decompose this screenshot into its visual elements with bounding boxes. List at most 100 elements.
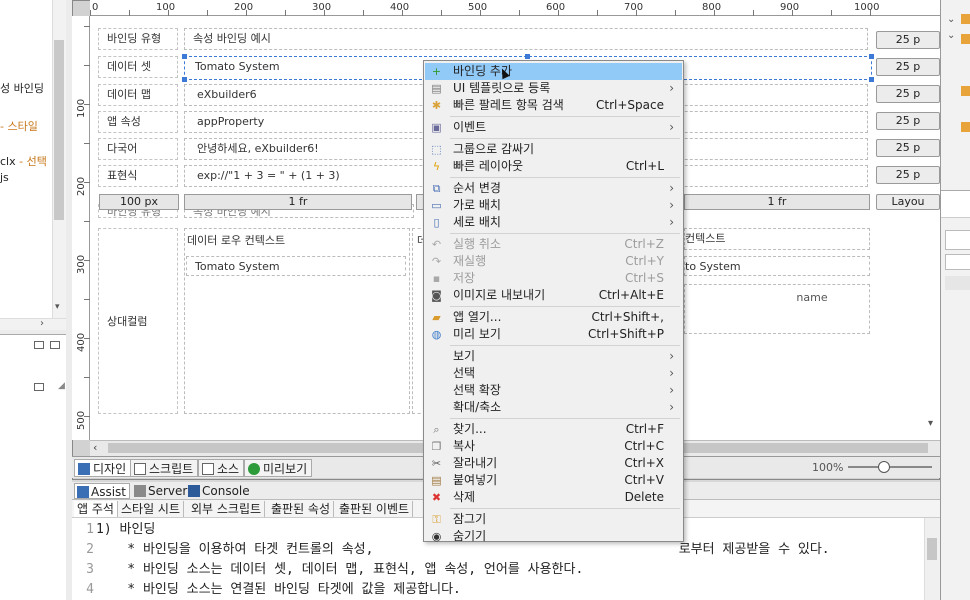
resize-handle[interactable] (182, 54, 187, 59)
tree-horizontal-scrollbar[interactable] (0, 318, 66, 330)
resize-handle[interactable] (869, 54, 874, 59)
row-size-button[interactable]: 25 p (876, 112, 940, 130)
tab-console[interactable]: Console (186, 483, 253, 499)
tab-preview[interactable]: 미리보기 (244, 459, 313, 477)
zoom-slider[interactable] (848, 466, 932, 468)
scroll-down-icon[interactable]: ▾ (55, 302, 60, 312)
menu-item[interactable]: 선택 › (425, 365, 682, 382)
maximize-icon[interactable] (50, 341, 60, 349)
tab-source[interactable]: 소스 (198, 459, 245, 477)
menu-item[interactable]: ◙ 이미지로 내보내기 Ctrl+Alt+E (425, 287, 682, 304)
grid-label-cell[interactable]: 데이터 셋 (98, 56, 178, 78)
row-context-output[interactable]: Tomato System (186, 256, 406, 276)
subtab-published-properties[interactable]: 출판된 속성 (268, 501, 335, 517)
code-line: 1 1) 바인딩 (72, 520, 155, 540)
menu-item[interactable]: ↷ 재실행 Ctrl+Y (425, 253, 682, 270)
resize-handle-icon[interactable]: ◢ (58, 381, 65, 391)
row-size-button[interactable]: 25 p (876, 58, 940, 76)
menu-item[interactable]: 선택 확장 › (425, 382, 682, 399)
menu-item[interactable]: ⬚ 그룹으로 감싸기 (425, 141, 682, 158)
property-category[interactable] (945, 276, 970, 290)
menu-item[interactable]: 보기 › (425, 348, 682, 365)
menu-item[interactable]: ▯ 세로 배치 › (425, 214, 682, 231)
menu-item[interactable]: ◍ 미리 보기 Ctrl+Shift+P (425, 326, 682, 343)
properties-tab[interactable] (941, 190, 970, 218)
grid-value-cell[interactable]: 속성 바인딩 예시 (184, 28, 868, 50)
code-vertical-scrollbar[interactable] (924, 518, 940, 600)
tree-item[interactable]: 성 바인딩 (0, 80, 44, 96)
tab-label: 스타일 시트 (121, 502, 181, 516)
scroll-left-icon[interactable]: ‹ (93, 441, 97, 454)
resize-handle[interactable] (869, 77, 874, 82)
context-panel-title[interactable]: 컨텍스트 (684, 228, 870, 250)
grid-label-cell[interactable]: 다국어 (98, 138, 178, 160)
subtab-published-events[interactable]: 출판된 이벤트 (336, 501, 414, 517)
subtab-app-notes[interactable]: 앱 주석 (74, 501, 118, 517)
menu-item[interactable]: ▪ 저장 Ctrl+S (425, 270, 682, 287)
scroll-down-icon[interactable]: ▾ (928, 418, 933, 429)
layout-button[interactable]: Layou (876, 194, 940, 210)
tree-item[interactable]: js (0, 171, 9, 184)
property-search[interactable] (945, 254, 970, 270)
grid-label-cell[interactable]: 앱 속성 (98, 111, 178, 133)
minimize-icon[interactable] (34, 383, 44, 391)
menu-item[interactable]: ▤ UI 템플릿으로 등록 › (425, 80, 682, 97)
context-output[interactable]: to System (684, 256, 870, 276)
menu-item[interactable]: ❐ 복사 Ctrl+C (425, 438, 682, 455)
subtab-external-script[interactable]: 외부 스크립트 (188, 501, 266, 517)
assist-icon (77, 486, 89, 498)
grid-column-header[interactable]: name (684, 284, 870, 334)
menu-item[interactable]: ⧉ 순서 변경 › (425, 180, 682, 197)
property-tab[interactable] (945, 230, 970, 250)
menu-item[interactable]: ⌕ 찾기... Ctrl+F (425, 421, 682, 438)
menu-item[interactable]: ▣ 이벤트 › (425, 119, 682, 136)
menu-item[interactable]: ▤ 붙여넣기 Ctrl+V (425, 472, 682, 489)
tree-scroll-thumb[interactable] (54, 40, 64, 220)
tree-item[interactable]: - 스타일 (0, 118, 38, 134)
grid-label-cell[interactable]: 바인딩 유형 (98, 28, 178, 50)
row-size-button[interactable]: 25 p (876, 31, 940, 49)
tab-assist[interactable]: Assist (74, 483, 131, 499)
column-size-button[interactable]: 100 px (99, 194, 179, 210)
tab-design[interactable]: 디자인 (74, 459, 132, 477)
menu-item-label: 보기 (453, 349, 476, 363)
resize-handle[interactable] (182, 77, 187, 82)
menu-item[interactable]: 확대/축소 › (425, 399, 682, 416)
row-size-button[interactable]: 25 p (876, 85, 940, 103)
tree-item[interactable]: clx - 선택 (0, 153, 47, 169)
menu-item[interactable]: ⚿ 잠그기 (425, 511, 682, 528)
code-scroll-thumb[interactable] (927, 538, 937, 560)
folder-icon[interactable] (961, 14, 970, 24)
subtab-style-sheet[interactable]: 스타일 시트 (118, 501, 185, 517)
grid-label-cell[interactable]: 표현식 (98, 165, 178, 187)
menu-item[interactable]: ✖ 삭제 Delete (425, 489, 682, 506)
folder-icon[interactable] (961, 86, 970, 96)
menu-item[interactable]: ▭ 가로 배치 › (425, 197, 682, 214)
menu-item[interactable]: ✱ 빠른 팔레트 항목 검색 Ctrl+Space (425, 97, 682, 114)
column-size-button[interactable]: 1 fr (184, 194, 412, 210)
relative-column-cell[interactable]: 상대컬럼 (98, 228, 178, 414)
menu-item[interactable]: ◉ 숨기기 (425, 528, 682, 545)
row-size-button[interactable]: 25 p (876, 166, 940, 184)
folder-icon[interactable] (961, 34, 970, 44)
zoom-slider-knob[interactable] (878, 461, 890, 473)
menu-item[interactable]: ϟ 빠른 레이아웃 Ctrl+L (425, 158, 682, 175)
grid-label-cell[interactable]: 데이터 맵 (98, 84, 178, 106)
menu-item[interactable]: ↶ 실행 취소 Ctrl+Z (425, 236, 682, 253)
row-size-button[interactable]: 25 p (876, 139, 940, 157)
tab-script[interactable]: 스크립트 (130, 459, 199, 477)
chevron-down-icon[interactable]: ⌄ (947, 30, 955, 41)
menu-item[interactable]: ✂ 잘라내기 Ctrl+X (425, 455, 682, 472)
menu-item[interactable]: + 바인딩 추가 (425, 63, 682, 80)
minimize-icon[interactable] (34, 341, 44, 349)
folder-icon[interactable] (961, 122, 970, 132)
scroll-right-icon[interactable]: › (40, 318, 44, 329)
chevron-down-icon[interactable]: ⌄ (947, 14, 955, 25)
code-line: 3 * 바인딩 소스는 데이터 셋, 데이터 맵, 표현식, 앱 속성, 언어를… (72, 560, 583, 580)
ruler-label: 800 (702, 2, 722, 13)
cell-text: 앱 속성 (107, 115, 141, 128)
menu-item[interactable]: ▰ 앱 열기... Ctrl+Shift+, (425, 309, 682, 326)
palette-icon: ✱ (431, 99, 442, 112)
column-size-button[interactable]: 1 fr (684, 194, 870, 210)
resize-handle[interactable] (525, 54, 530, 59)
